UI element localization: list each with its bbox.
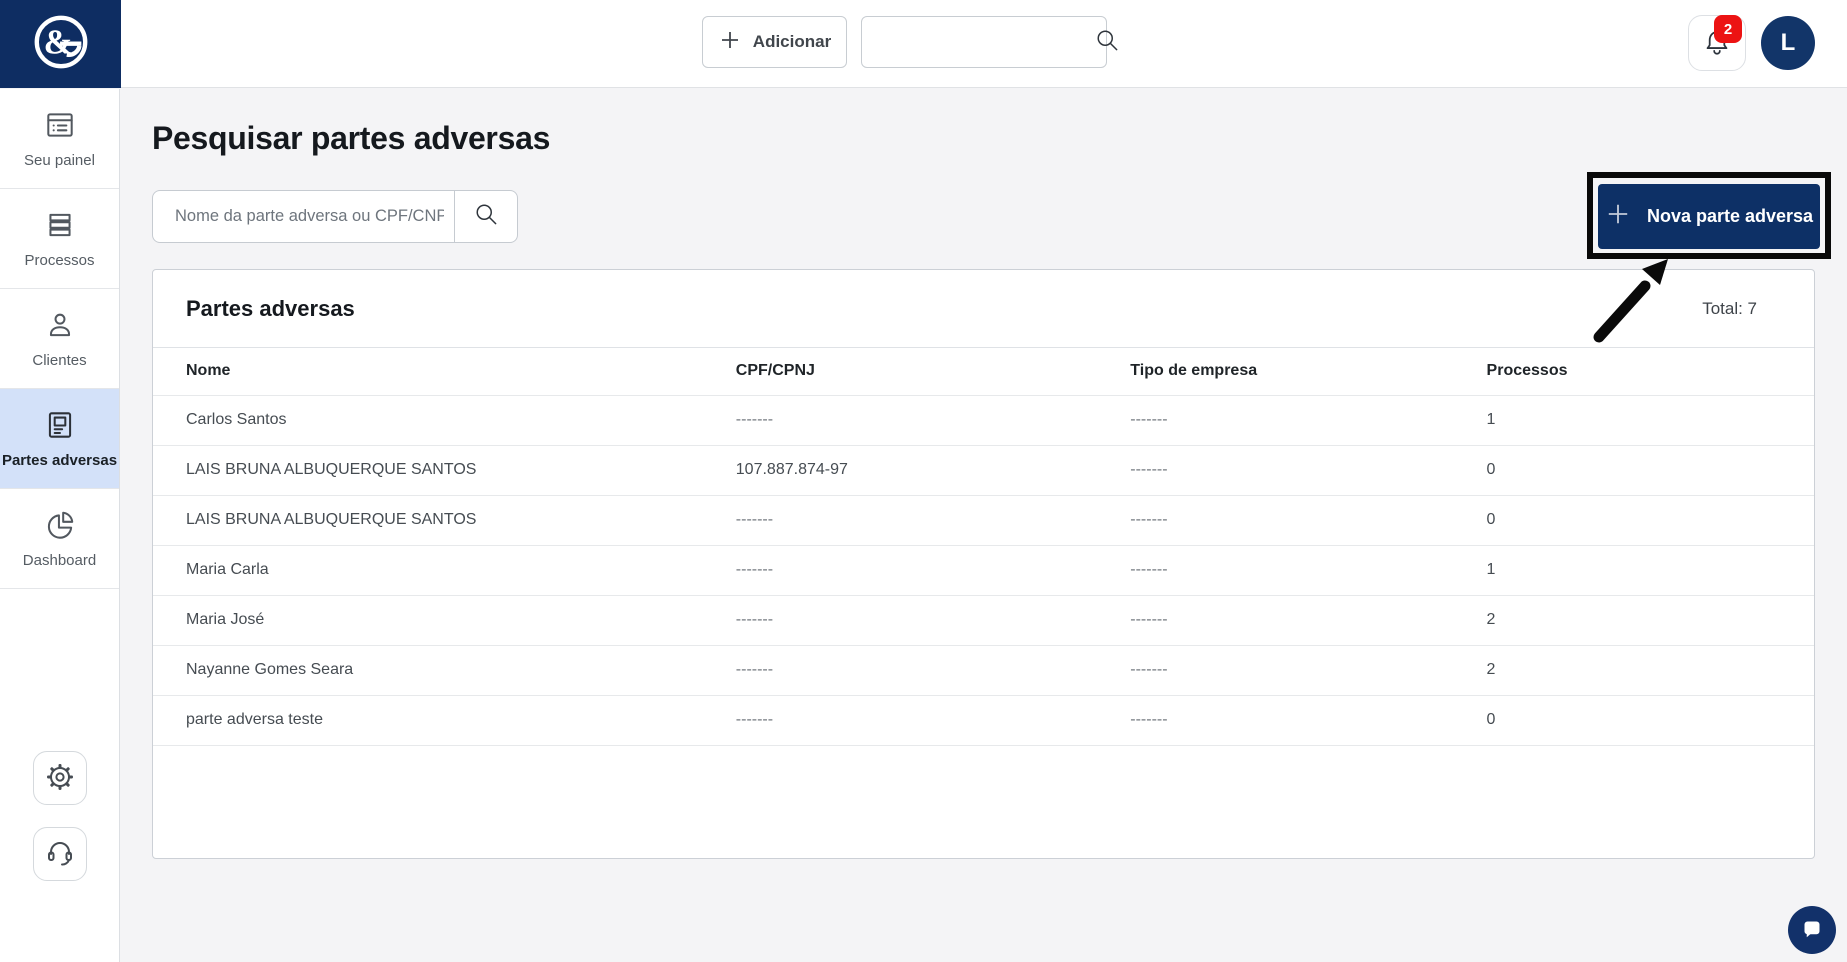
add-button-label: Adicionar — [753, 32, 831, 52]
card-header: Partes adversas Total: 7 — [153, 270, 1814, 348]
chat-bubble-icon — [1800, 917, 1824, 944]
party-search — [152, 190, 518, 243]
sidebar-item-label: Seu painel — [24, 152, 95, 169]
sidebar: Seu painel Processos Clientes — [0, 89, 120, 962]
cell-tipo: ------- — [1097, 645, 1453, 695]
cell-nome: Carlos Santos — [153, 395, 703, 445]
brand-logo[interactable]: & — [0, 0, 121, 88]
col-header-tipo: Tipo de empresa — [1097, 348, 1453, 395]
cell-tipo: ------- — [1097, 545, 1453, 595]
notifications-button[interactable]: 2 — [1688, 15, 1746, 71]
table-row[interactable]: Carlos Santos ------- ------- 1 — [153, 395, 1814, 445]
plus-icon — [718, 28, 742, 57]
support-button[interactable] — [33, 827, 87, 881]
sidebar-item-label: Dashboard — [23, 552, 96, 569]
party-search-button[interactable] — [454, 191, 517, 242]
table-row[interactable]: Maria Carla ------- ------- 1 — [153, 545, 1814, 595]
table-row[interactable]: LAIS BRUNA ALBUQUERQUE SANTOS 107.887.87… — [153, 445, 1814, 495]
table-row[interactable]: Maria José ------- ------- 2 — [153, 595, 1814, 645]
table-row[interactable]: parte adversa teste ------- ------- 0 — [153, 695, 1814, 745]
cell-cpf: ------- — [703, 695, 1097, 745]
avatar[interactable]: L — [1761, 16, 1815, 70]
top-header: & Adicionar 2 L — [0, 0, 1847, 88]
cell-cpf: ------- — [703, 395, 1097, 445]
cell-tipo: ------- — [1097, 695, 1453, 745]
sidebar-item-label: Clientes — [32, 352, 86, 369]
cell-processos: 0 — [1454, 495, 1814, 545]
cell-tipo: ------- — [1097, 495, 1453, 545]
cell-cpf: 107.887.874-97 — [703, 445, 1097, 495]
notification-badge: 2 — [1714, 15, 1742, 43]
sidebar-item-dashboard[interactable]: Dashboard — [0, 489, 119, 589]
cell-nome: Maria Carla — [153, 545, 703, 595]
settings-button[interactable] — [33, 751, 87, 805]
catalog-icon — [43, 408, 77, 442]
add-button[interactable]: Adicionar — [702, 16, 847, 68]
page-title: Pesquisar partes adversas — [152, 120, 550, 157]
cell-cpf: ------- — [703, 645, 1097, 695]
cell-nome: Maria José — [153, 595, 703, 645]
sidebar-item-label: Partes adversas — [2, 452, 117, 469]
table-row[interactable]: Nayanne Gomes Seara ------- ------- 2 — [153, 645, 1814, 695]
avatar-initial: L — [1781, 29, 1796, 57]
new-party-button-label: Nova parte adversa — [1647, 206, 1813, 227]
cell-cpf: ------- — [703, 595, 1097, 645]
cell-processos: 1 — [1454, 395, 1814, 445]
cell-tipo: ------- — [1097, 395, 1453, 445]
col-header-processos: Processos — [1454, 348, 1814, 395]
cell-nome: parte adversa teste — [153, 695, 703, 745]
new-party-button[interactable]: Nova parte adversa — [1598, 184, 1820, 249]
global-search-input[interactable] — [862, 17, 1093, 67]
cell-tipo: ------- — [1097, 445, 1453, 495]
col-header-nome: Nome — [153, 348, 703, 395]
cell-nome: LAIS BRUNA ALBUQUERQUE SANTOS — [153, 445, 703, 495]
sidebar-item-clientes[interactable]: Clientes — [0, 289, 119, 389]
stack-icon — [43, 208, 77, 242]
person-icon — [43, 308, 77, 342]
cell-cpf: ------- — [703, 545, 1097, 595]
search-icon[interactable] — [1093, 26, 1121, 59]
search-icon — [472, 200, 500, 233]
sidebar-item-partes-adversas[interactable]: Partes adversas — [0, 389, 119, 489]
card-title: Partes adversas — [186, 296, 355, 322]
table-row[interactable]: LAIS BRUNA ALBUQUERQUE SANTOS ------- --… — [153, 495, 1814, 545]
col-header-cpf: CPF/CPNJ — [703, 348, 1097, 395]
cell-tipo: ------- — [1097, 595, 1453, 645]
parties-card: Partes adversas Total: 7 Nome CPF/CPNJ T… — [152, 269, 1815, 859]
sidebar-item-processos[interactable]: Processos — [0, 189, 119, 289]
gear-icon — [44, 761, 76, 796]
ampersand-logo-icon: & — [30, 11, 92, 78]
panel-icon — [43, 108, 77, 142]
plus-icon — [1605, 201, 1631, 232]
pie-chart-icon — [43, 508, 77, 542]
headset-icon — [44, 837, 76, 872]
total-count: Total: 7 — [1702, 299, 1757, 319]
cell-nome: Nayanne Gomes Seara — [153, 645, 703, 695]
sidebar-item-label: Processos — [24, 252, 94, 269]
chat-button[interactable] — [1788, 906, 1836, 954]
cell-processos: 2 — [1454, 645, 1814, 695]
table-header-row: Nome CPF/CPNJ Tipo de empresa Processos — [153, 348, 1814, 395]
cell-processos: 1 — [1454, 545, 1814, 595]
global-search — [861, 16, 1107, 68]
cell-processos: 0 — [1454, 445, 1814, 495]
cell-cpf: ------- — [703, 495, 1097, 545]
cell-processos: 2 — [1454, 595, 1814, 645]
cell-processos: 0 — [1454, 695, 1814, 745]
party-search-input[interactable] — [153, 191, 454, 242]
parties-table: Nome CPF/CPNJ Tipo de empresa Processos … — [153, 348, 1814, 746]
cell-nome: LAIS BRUNA ALBUQUERQUE SANTOS — [153, 495, 703, 545]
sidebar-item-seu-painel[interactable]: Seu painel — [0, 89, 119, 189]
